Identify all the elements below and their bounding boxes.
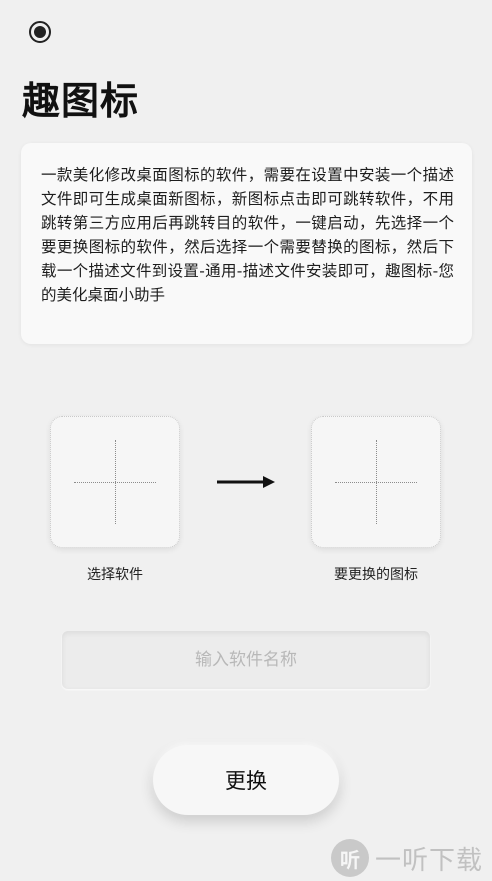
page-title: 趣图标 <box>22 79 140 123</box>
watermark-logo-icon: 听 <box>331 839 369 877</box>
watermark-text: 一听下载 <box>375 845 484 876</box>
replacement-icon-picker[interactable] <box>311 416 441 548</box>
right-arrow-icon <box>217 476 275 488</box>
radio-dot <box>34 26 46 38</box>
description-text: 一款美化修改桌面图标的软件，需要在设置中安装一个描述文件即可生成桌面新图标，新图… <box>41 166 454 304</box>
select-app-label: 选择软件 <box>87 567 143 583</box>
replace-button[interactable]: 更换 <box>153 745 339 815</box>
app-name-input[interactable] <box>62 631 430 689</box>
replacement-icon-label: 要更换的图标 <box>334 567 418 583</box>
plus-icon-vertical <box>115 440 116 524</box>
plus-icon-vertical <box>376 440 377 524</box>
selected-radio-icon[interactable] <box>29 21 51 43</box>
description-card: 一款美化修改桌面图标的软件，需要在设置中安装一个描述文件即可生成桌面新图标，新图… <box>21 143 472 344</box>
watermark: 听 一听下载 <box>331 838 483 878</box>
select-app-picker[interactable] <box>50 416 180 548</box>
